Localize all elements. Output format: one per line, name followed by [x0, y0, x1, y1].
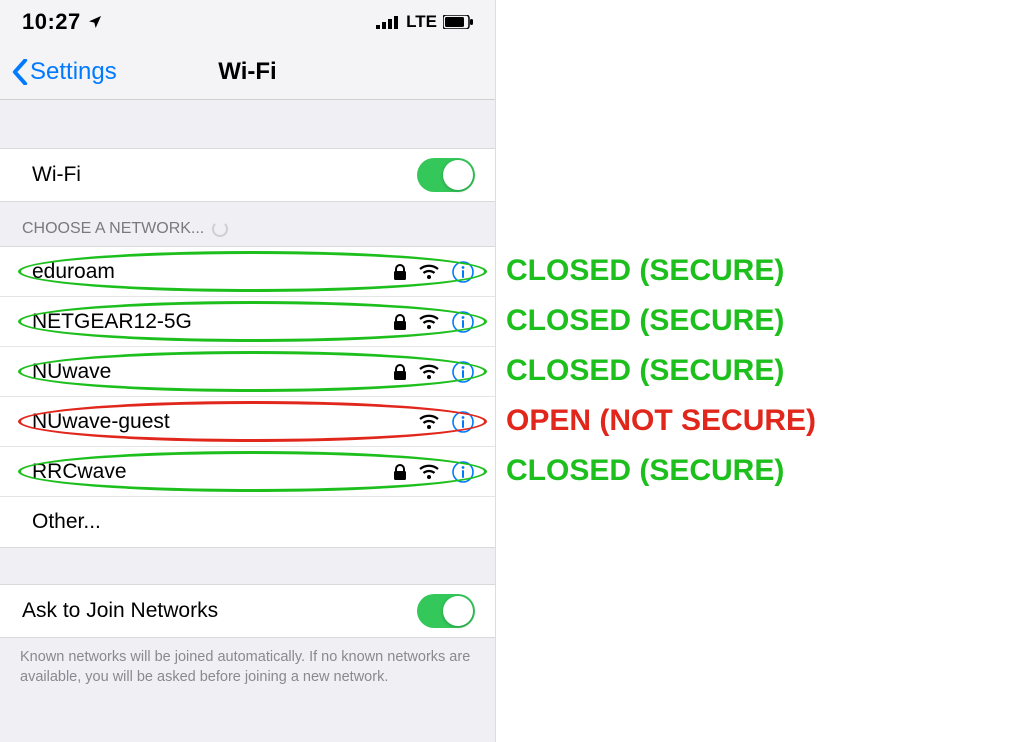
- network-type-label: LTE: [406, 12, 437, 32]
- wifi-signal-icon: [419, 264, 439, 280]
- network-status-icons: [393, 260, 475, 284]
- wifi-toggle[interactable]: [417, 158, 475, 192]
- loading-spinner-icon: [212, 221, 228, 237]
- wifi-toggle-label: Wi-Fi: [20, 163, 417, 187]
- network-row[interactable]: NUwave: [0, 347, 495, 397]
- wifi-signal-icon: [419, 414, 439, 430]
- footer-help-text: Known networks will be joined automatica…: [0, 638, 495, 701]
- ask-join-toggle[interactable]: [417, 594, 475, 628]
- chevron-left-icon: [12, 59, 28, 85]
- network-status-icons: [393, 460, 475, 484]
- info-icon[interactable]: [451, 310, 475, 334]
- lock-icon: [393, 464, 407, 480]
- network-row[interactable]: eduroam: [0, 247, 495, 297]
- location-arrow-icon: [87, 14, 103, 30]
- network-status-icons: [419, 410, 475, 434]
- back-button[interactable]: Settings: [0, 58, 117, 86]
- info-icon[interactable]: [451, 460, 475, 484]
- nav-bar: Settings Wi-Fi: [0, 44, 495, 100]
- section-gap: [0, 100, 495, 148]
- annotation-label: CLOSED (SECURE): [506, 254, 784, 288]
- annotation-label: OPEN (NOT SECURE): [506, 404, 816, 438]
- network-row[interactable]: NETGEAR12-5G: [0, 297, 495, 347]
- lock-icon: [393, 264, 407, 280]
- wifi-signal-icon: [419, 364, 439, 380]
- network-name: NETGEAR12-5G: [32, 310, 393, 334]
- section-gap: [0, 548, 495, 584]
- network-name: eduroam: [32, 260, 393, 284]
- wifi-toggle-row: Wi-Fi: [0, 148, 495, 202]
- info-icon[interactable]: [451, 360, 475, 384]
- battery-icon: [443, 15, 473, 29]
- network-row[interactable]: NUwave-guest: [0, 397, 495, 447]
- other-network-row[interactable]: Other...: [0, 497, 495, 547]
- signal-bars-icon: [376, 15, 400, 29]
- lock-icon: [393, 314, 407, 330]
- network-name: NUwave: [32, 360, 393, 384]
- annotation-label: CLOSED (SECURE): [506, 454, 784, 488]
- status-bar: 10:27 LTE: [0, 0, 495, 44]
- ask-join-row: Ask to Join Networks: [0, 584, 495, 638]
- info-icon[interactable]: [451, 410, 475, 434]
- back-label: Settings: [30, 58, 117, 86]
- network-row[interactable]: RRCwave: [0, 447, 495, 497]
- network-status-icons: [393, 360, 475, 384]
- annotation-label: CLOSED (SECURE): [506, 354, 784, 388]
- network-status-icons: [393, 310, 475, 334]
- other-label: Other...: [32, 510, 475, 534]
- status-time: 10:27: [22, 9, 81, 35]
- network-name: NUwave-guest: [32, 410, 419, 434]
- phone-settings-panel: 10:27 LTE: [0, 0, 496, 742]
- ask-join-label: Ask to Join Networks: [20, 599, 417, 623]
- network-name: RRCwave: [32, 460, 393, 484]
- wifi-signal-icon: [419, 464, 439, 480]
- wifi-signal-icon: [419, 314, 439, 330]
- choose-network-label: CHOOSE A NETWORK...: [22, 220, 204, 238]
- info-icon[interactable]: [451, 260, 475, 284]
- choose-network-header: CHOOSE A NETWORK...: [0, 202, 495, 246]
- annotation-label: CLOSED (SECURE): [506, 304, 784, 338]
- network-list: eduroam NETGEAR12-5G NUwave NUwave-guest RRC…: [0, 246, 495, 548]
- lock-icon: [393, 364, 407, 380]
